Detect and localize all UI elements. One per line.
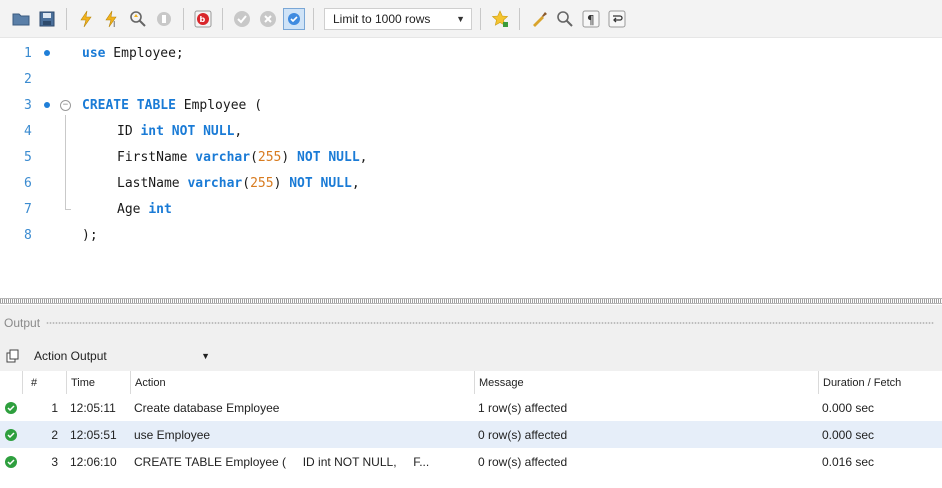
success-check-icon — [5, 428, 17, 441]
row-time: 12:06:10 — [70, 454, 117, 469]
find-icon[interactable] — [554, 8, 576, 30]
line-number: 8 — [24, 227, 32, 243]
toolbar-separator — [183, 7, 184, 30]
row-action: CREATE TABLE Employee ( ID int NOT NULL,… — [134, 454, 430, 469]
beautify-favorite-icon[interactable] — [489, 8, 511, 30]
row-duration: 0.016 sec — [822, 454, 875, 469]
table-header: # Time Action Message Duration / Fetch — [0, 371, 942, 394]
toggle-error-icon[interactable]: b — [192, 8, 214, 30]
invisible-chars-icon[interactable]: ¶ — [580, 8, 602, 30]
row-message: 1 row(s) affected — [478, 400, 568, 415]
editor-line: 8 ); — [0, 222, 942, 248]
statement-marker-dot — [44, 50, 50, 56]
table-row[interactable]: 3 12:06:10 CREATE TABLE Employee ( ID in… — [0, 448, 942, 475]
success-check-icon — [5, 455, 17, 468]
row-message: 0 row(s) affected — [478, 427, 568, 442]
header-message[interactable]: Message — [474, 371, 818, 394]
editor-line: 6 LastName varchar(255) NOT NULL, — [0, 170, 942, 196]
editor-line: 5 FirstName varchar(255) NOT NULL, — [0, 144, 942, 170]
toolbar-separator — [313, 7, 314, 30]
statement-marker-dot — [44, 102, 50, 108]
limit-rows-select[interactable]: Limit to 1000 rows ▼ — [324, 7, 472, 30]
header-num[interactable]: # — [22, 371, 66, 394]
commit-icon[interactable] — [231, 8, 253, 30]
table-row[interactable]: 1 12:05:11 Create database Employee 1 ro… — [0, 394, 942, 421]
toolbar-separator — [222, 7, 223, 30]
line-number: 4 — [24, 123, 32, 139]
row-duration: 0.000 sec — [822, 400, 875, 415]
output-panel-header: Output — [0, 305, 942, 341]
beautify-icon[interactable] — [528, 8, 550, 30]
line-number: 1 — [24, 45, 32, 61]
code-text: use Employee; — [82, 45, 184, 61]
row-num: 3 — [51, 454, 58, 469]
limit-rows-label: Limit to 1000 rows — [333, 11, 431, 26]
editor-line: 1 use Employee; — [0, 40, 942, 66]
editor-line: 2 — [0, 66, 942, 92]
wrap-icon[interactable] — [606, 8, 628, 30]
success-check-icon — [5, 401, 17, 414]
toolbar-separator — [519, 7, 520, 30]
chevron-down-icon: ▼ — [201, 351, 210, 361]
code-text: LastName varchar(255) NOT NULL, — [117, 175, 360, 191]
code-text: ); — [82, 227, 98, 243]
sql-editor-toolbar: I b Limit to 1000 rows ▼ ¶ — [0, 0, 942, 38]
save-icon[interactable] — [36, 8, 58, 30]
toolbar-separator — [480, 7, 481, 30]
sql-editor[interactable]: 1 use Employee; 2 3 − CREATE TABLE Emplo… — [0, 38, 942, 298]
code-text: FirstName varchar(255) NOT NULL, — [117, 149, 368, 165]
line-number: 3 — [24, 97, 32, 113]
execute-icon[interactable] — [75, 8, 97, 30]
output-toolbar: Action Output ▼ — [0, 341, 942, 371]
line-number: 2 — [24, 71, 32, 87]
header-time[interactable]: Time — [66, 371, 130, 394]
code-text: ID int NOT NULL, — [117, 123, 243, 139]
row-num: 1 — [51, 400, 58, 415]
svg-text:I: I — [113, 20, 115, 28]
autocommit-icon[interactable] — [283, 7, 305, 30]
toolbar-separator — [66, 7, 67, 30]
row-time: 12:05:51 — [70, 427, 117, 442]
editor-line: 7 Age int — [0, 196, 942, 222]
grip-dots[interactable] — [46, 321, 934, 325]
header-status — [0, 371, 22, 394]
editor-line: 3 − CREATE TABLE Employee ( — [0, 92, 942, 118]
line-number: 7 — [24, 201, 32, 217]
header-action[interactable]: Action — [130, 371, 474, 394]
open-folder-icon[interactable] — [10, 8, 32, 30]
explain-icon[interactable] — [127, 8, 149, 30]
chevron-down-icon: ▼ — [456, 13, 465, 24]
line-number: 6 — [24, 175, 32, 191]
row-message: 0 row(s) affected — [478, 454, 568, 469]
rollback-icon[interactable] — [257, 8, 279, 30]
row-num: 2 — [51, 427, 58, 442]
action-output-table: # Time Action Message Duration / Fetch 1… — [0, 371, 942, 488]
output-title: Output — [4, 316, 41, 330]
row-time: 12:05:11 — [70, 400, 116, 415]
code-text: CREATE TABLE Employee ( — [82, 97, 263, 113]
execute-current-icon[interactable]: I — [101, 8, 123, 30]
editor-line: 4 ID int NOT NULL, — [0, 118, 942, 144]
header-duration[interactable]: Duration / Fetch — [818, 371, 942, 394]
line-number: 5 — [24, 149, 32, 165]
table-row[interactable]: 2 12:05:51 use Employee 0 row(s) affecte… — [0, 421, 942, 448]
output-type-label: Action Output — [34, 349, 107, 363]
row-action: Create database Employee — [134, 400, 280, 415]
svg-text:¶: ¶ — [587, 13, 595, 27]
row-duration: 0.000 sec — [822, 427, 875, 442]
output-type-select[interactable]: Action Output ▼ — [29, 345, 215, 367]
panel-splitter[interactable] — [0, 298, 942, 304]
fold-toggle-icon[interactable]: − — [60, 99, 71, 111]
stop-icon[interactable] — [153, 8, 175, 30]
row-action: use Employee — [134, 427, 211, 442]
svg-text:b: b — [200, 15, 206, 24]
copy-icon[interactable] — [5, 348, 21, 364]
code-text: Age int — [117, 201, 172, 217]
